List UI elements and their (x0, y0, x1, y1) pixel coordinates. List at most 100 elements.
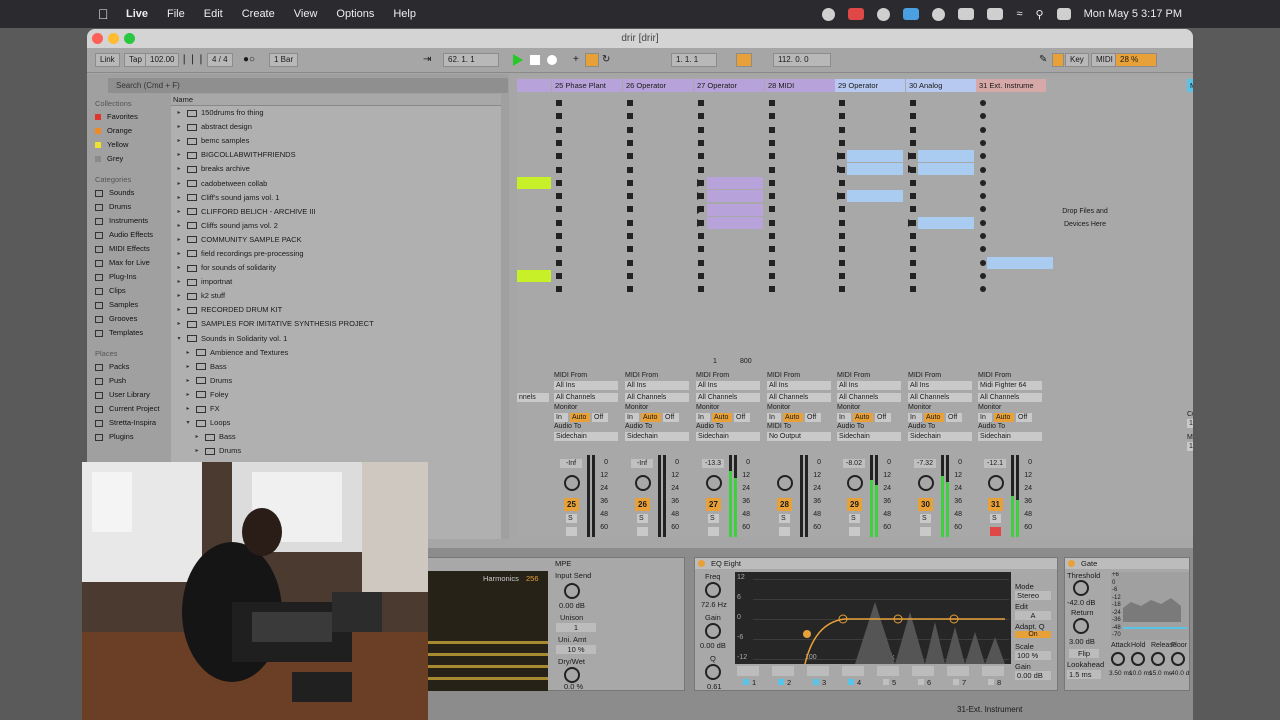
clip-slot-stop[interactable] (769, 179, 775, 186)
clip-slot-stop[interactable] (698, 246, 704, 253)
monitor-auto-button[interactable]: Auto (783, 413, 803, 422)
clip-slot-stop[interactable] (627, 193, 633, 200)
draw-mode-icon[interactable]: ✎ (1039, 53, 1047, 67)
clip-slot-stop[interactable] (839, 286, 845, 293)
quantization-menu[interactable]: 1 Bar (269, 53, 299, 67)
file-row[interactable]: ▸ CLIFFORD BELICH - ARCHIVE III (171, 205, 501, 219)
category-item[interactable]: Audio Effects (95, 228, 170, 242)
dry-wet-knob[interactable] (564, 667, 580, 683)
clip-slot-stop[interactable] (910, 100, 916, 106)
clip-blue[interactable] (918, 217, 974, 229)
clip-slot-stop[interactable] (980, 206, 986, 213)
clip-slot-stop[interactable] (910, 272, 916, 279)
eq-band-toggle[interactable] (883, 679, 889, 685)
clip-slot-stop[interactable] (698, 100, 704, 106)
file-row[interactable]: ▸ Bass (171, 360, 501, 374)
return-knob[interactable] (1073, 618, 1089, 634)
track-header[interactable]: 25 Phase Plant (552, 79, 622, 92)
clip-slot-stop[interactable] (980, 219, 986, 226)
clip-slot-stop[interactable] (910, 113, 916, 120)
clip-slot-stop[interactable] (698, 233, 704, 239)
output-gain-value[interactable]: 0.00 dB (1015, 671, 1051, 680)
partial-channel-select[interactable]: nnels (517, 393, 549, 402)
monitor-in-button[interactable]: In (837, 413, 851, 422)
clip-slot-stop[interactable] (769, 100, 775, 106)
midi-from-select[interactable]: All Ins (908, 381, 972, 390)
minimize-window-button[interactable] (108, 33, 119, 44)
clip-slot-stop[interactable] (556, 113, 562, 120)
follow-icon[interactable]: ⇥ (423, 53, 431, 67)
clip-slot-stop[interactable] (627, 179, 633, 186)
category-item[interactable]: Sounds (95, 186, 170, 200)
expand-icon[interactable]: ▸ (175, 289, 183, 303)
eq-band-toggle[interactable] (953, 679, 959, 685)
expand-icon[interactable]: ▸ (175, 205, 183, 219)
master-header[interactable]: Master (1187, 79, 1193, 92)
clip-slot-stop[interactable] (980, 259, 986, 266)
clip-slot-stop[interactable] (980, 233, 986, 239)
clip-selected[interactable] (987, 257, 1053, 269)
clip-play-icon[interactable] (697, 192, 703, 201)
clip-purple[interactable] (707, 177, 763, 189)
file-row[interactable]: ▸ 150drums fro thing (171, 106, 501, 120)
collection-item[interactable]: Orange (95, 124, 170, 138)
clip-slot-stop[interactable] (556, 246, 562, 253)
file-row[interactable]: ▸ RECORDED DRUM KIT (171, 303, 501, 317)
clip-slot-stop[interactable] (769, 193, 775, 200)
clip-purple[interactable] (707, 216, 763, 229)
monitor-auto-button[interactable]: Auto (570, 413, 590, 422)
track-header[interactable]: 31 Ext. Instrume (976, 79, 1046, 92)
pan-knob[interactable] (918, 475, 934, 491)
volume-readout[interactable]: -Inf (631, 459, 653, 468)
arm-button[interactable] (849, 527, 860, 536)
clip-slot-stop[interactable] (980, 100, 986, 106)
threshold-value[interactable]: -42.0 dB (1067, 598, 1095, 607)
eq-filter-type-select[interactable] (842, 666, 864, 676)
track-activator-button[interactable]: 25 (564, 498, 579, 511)
expand-icon[interactable]: ▸ (184, 402, 192, 416)
eq-filter-type-select[interactable] (912, 666, 934, 676)
midi-channel-select[interactable]: All Channels (837, 393, 901, 402)
clip-slot-stop[interactable] (769, 233, 775, 239)
eq-filter-type-select[interactable] (877, 666, 899, 676)
category-item[interactable]: Templates (95, 326, 170, 340)
track-activator-button[interactable]: 29 (847, 498, 862, 511)
track-header[interactable]: 30 Analog (906, 79, 976, 92)
clip-slot-stop[interactable] (839, 233, 845, 239)
clip-slot-stop[interactable] (627, 272, 633, 279)
volume-readout[interactable]: -13.3 (702, 459, 724, 468)
expand-icon[interactable]: ▸ (175, 303, 183, 317)
monitor-in-button[interactable]: In (767, 413, 781, 422)
place-item[interactable]: User Library (95, 388, 170, 402)
midi-from-select[interactable]: All Ins (554, 381, 618, 390)
clip-slot-stop[interactable] (980, 126, 986, 133)
clip-slot-stop[interactable] (627, 126, 633, 133)
collapse-icon[interactable]: ▾ (184, 416, 192, 430)
file-row[interactable]: ▸ SAMPLES FOR IMITATIVE SYNTHESIS PROJECT (171, 317, 501, 331)
clip-slot-stop[interactable] (627, 259, 633, 266)
record-button[interactable] (547, 55, 557, 65)
audio-to-select[interactable]: Sidechain (837, 432, 901, 441)
clip-slot-stop[interactable] (698, 139, 704, 146)
midi-from-select[interactable]: All Ins (837, 381, 901, 390)
clip-slot-stop[interactable] (698, 153, 704, 160)
clip-slot-stop[interactable] (910, 179, 916, 186)
monitor-auto-button[interactable]: Auto (853, 413, 873, 422)
clip-yellow[interactable] (517, 270, 551, 282)
clip-slot-stop[interactable] (839, 219, 845, 226)
arm-button[interactable] (920, 527, 931, 536)
clip-slot-stop[interactable] (627, 233, 633, 239)
file-row[interactable]: ▸ breaks archive (171, 162, 501, 176)
solo-button[interactable]: S (566, 514, 577, 523)
mpe-label[interactable]: MPE (555, 559, 571, 568)
clip-slot-stop[interactable] (769, 206, 775, 213)
clip-play-icon[interactable] (697, 179, 703, 187)
expand-icon[interactable]: ▸ (184, 374, 192, 388)
file-row[interactable]: ▸ Cliffs sound jams vol. 2 (171, 219, 501, 233)
menu-view[interactable]: View (294, 8, 318, 20)
clip-slot-stop[interactable] (910, 139, 916, 146)
clip-slot-stop[interactable] (556, 272, 562, 279)
clip-slot-stop[interactable] (980, 113, 986, 120)
clip-slot-stop[interactable] (556, 153, 562, 160)
clip-slot-stop[interactable] (980, 166, 986, 173)
